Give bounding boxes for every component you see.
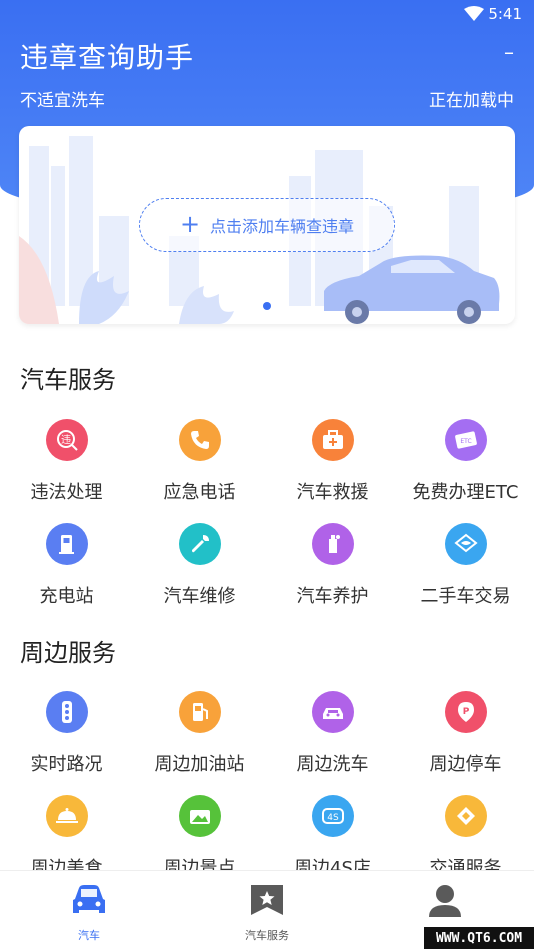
service-item-label: 汽车救援 xyxy=(296,482,369,503)
service-item-food[interactable]: 周边美食 xyxy=(0,795,133,880)
food-icon xyxy=(45,795,88,837)
tab-car-label: 汽车 xyxy=(78,929,100,942)
service-item-label: 周边加油站 xyxy=(154,754,245,775)
car-care-icon xyxy=(311,523,354,565)
violation-icon: 违 xyxy=(45,419,88,461)
tab-car-services-label: 汽车服务 xyxy=(245,929,289,942)
wifi-icon xyxy=(464,6,484,21)
4s-store-icon: 4S xyxy=(311,795,354,837)
tab-profile[interactable] xyxy=(385,883,505,923)
tab-car-services[interactable]: 汽车服务 xyxy=(207,883,327,943)
service-item-traffic-service[interactable]: 交通服务 xyxy=(399,795,532,880)
service-item-violation[interactable]: 违违法处理 xyxy=(0,419,133,504)
service-item-emergency-phone[interactable]: 应急电话 xyxy=(133,419,266,504)
service-item-trade[interactable]: 二手车交易 xyxy=(399,523,532,608)
service-item-label: 汽车维修 xyxy=(163,586,236,607)
service-item-charging-station[interactable]: 充电站 xyxy=(0,523,133,608)
service-item-label: 应急电话 xyxy=(163,482,236,503)
svg-text:P: P xyxy=(462,707,469,717)
service-item-wrench[interactable]: 汽车维修 xyxy=(133,523,266,608)
add-car-banner[interactable]: + 点击添加车辆查违章 xyxy=(19,126,515,324)
minimize-button[interactable]: – xyxy=(504,40,514,64)
carousel-indicator xyxy=(263,302,271,310)
service-item-gas-station[interactable]: 周边加油站 xyxy=(133,691,266,776)
loading-status: 正在加载中 xyxy=(429,91,514,111)
status-time: 5:41 xyxy=(488,5,522,23)
gas-station-icon xyxy=(178,691,221,733)
traffic-service-icon xyxy=(444,795,487,837)
page-title: 违章查询助手 xyxy=(20,41,195,74)
service-item-car-care[interactable]: 汽车养护 xyxy=(266,523,399,608)
charging-station-icon xyxy=(45,523,88,565)
service-item-label: 周边停车 xyxy=(429,754,502,775)
add-car-button[interactable]: + 点击添加车辆查违章 xyxy=(139,198,395,252)
emergency-phone-icon xyxy=(178,419,221,461)
service-item-etc-card[interactable]: ETC 免费办理ETC xyxy=(399,419,532,504)
service-item-car-wash[interactable]: 周边洗车 xyxy=(266,691,399,776)
wrench-icon xyxy=(178,523,221,565)
nearby-services-title: 周边服务 xyxy=(20,639,116,667)
service-item-label: 免费办理ETC xyxy=(412,482,519,503)
service-item-4s-store[interactable]: 4S 周边4S店 xyxy=(266,795,399,880)
service-item-rescue-kit[interactable]: 汽车救援 xyxy=(266,419,399,504)
car-services-title: 汽车服务 xyxy=(20,366,116,394)
scenic-icon xyxy=(178,795,221,837)
service-item-label: 二手车交易 xyxy=(420,586,511,607)
service-item-label: 充电站 xyxy=(39,586,94,607)
add-car-label: 点击添加车辆查违章 xyxy=(210,217,355,236)
watermark: WWW.QT6.COM xyxy=(424,927,534,949)
car-wash-tip: 不适宜洗车 xyxy=(20,91,105,111)
traffic-light-icon xyxy=(45,691,88,733)
svg-text:4S: 4S xyxy=(327,813,339,823)
plus-icon: + xyxy=(179,210,201,238)
rescue-kit-icon xyxy=(311,419,354,461)
service-item-traffic-light[interactable]: 实时路况 xyxy=(0,691,133,776)
svg-text:违: 违 xyxy=(61,434,71,446)
service-item-scenic[interactable]: 周边景点 xyxy=(133,795,266,880)
bottom-tab-bar: 汽车 汽车服务 WWW.QT6.COM xyxy=(0,870,534,949)
car-wash-icon xyxy=(311,691,354,733)
star-tab-icon xyxy=(251,885,283,915)
svg-text:ETC: ETC xyxy=(460,438,471,445)
etc-card-icon: ETC xyxy=(444,419,487,461)
parking-icon: P xyxy=(444,691,487,733)
car-tab-icon xyxy=(73,885,105,913)
service-item-label: 违法处理 xyxy=(30,482,103,503)
service-item-parking[interactable]: P 周边停车 xyxy=(399,691,532,776)
service-item-label: 周边洗车 xyxy=(296,754,369,775)
profile-tab-icon xyxy=(429,885,461,917)
trade-icon xyxy=(444,523,487,565)
status-bar: 5:41 xyxy=(0,0,534,30)
service-item-label: 实时路况 xyxy=(30,754,103,775)
tab-car[interactable]: 汽车 xyxy=(29,883,149,943)
service-item-label: 汽车养护 xyxy=(296,586,369,607)
